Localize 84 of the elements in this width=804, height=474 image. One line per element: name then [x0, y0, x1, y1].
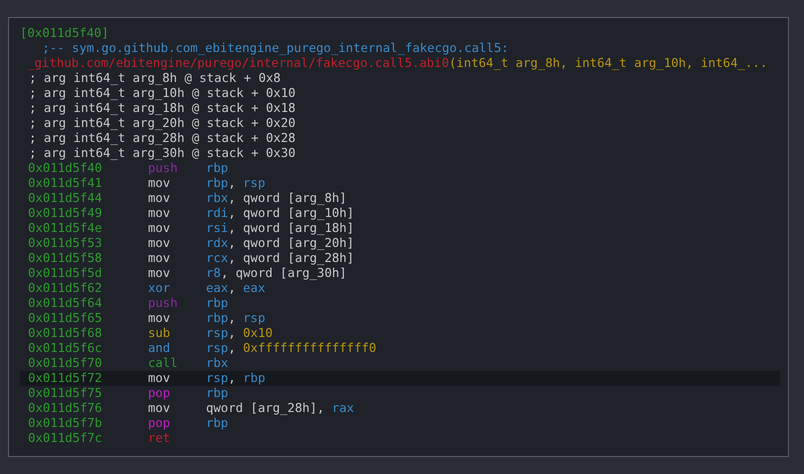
instruction-mnemonic: pop	[148, 416, 172, 431]
instruction-mnemonic: pop	[148, 386, 172, 401]
instruction-row[interactable]: 0x011d5f72 mov rsp, rbp	[20, 371, 780, 386]
instruction-address: 0x011d5f4e	[28, 221, 104, 236]
instruction-mnemonic: push	[148, 296, 179, 311]
instruction-row[interactable]: 0x011d5f58 mov rcx, qword [arg_28h]	[20, 251, 780, 266]
instruction-mnemonic: mov	[148, 176, 172, 191]
instruction-mnemonic: mov	[148, 206, 172, 221]
instruction-row[interactable]: 0x011d5f68 sub rsp, 0x10	[20, 326, 780, 341]
instruction-mnemonic: mov	[148, 191, 172, 206]
instruction-address: 0x011d5f41	[28, 176, 104, 191]
instruction-mnemonic: mov	[148, 251, 172, 266]
instruction-operands: rbp	[206, 416, 228, 431]
instruction-operands: rdx, qword [arg_20h]	[206, 236, 354, 251]
instruction-address: 0x011d5f64	[28, 296, 104, 311]
instruction-mnemonic: mov	[148, 371, 172, 386]
instruction-row[interactable]: 0x011d5f53 mov rdx, qword [arg_20h]	[20, 236, 780, 251]
instruction-row[interactable]: 0x011d5f76 mov qword [arg_28h], rax	[20, 401, 780, 416]
instruction-row[interactable]: 0x011d5f4e mov rsi, qword [arg_18h]	[20, 221, 780, 236]
instruction-row[interactable]: 0x011d5f44 mov rbx, qword [arg_8h]	[20, 191, 780, 206]
instruction-row[interactable]: 0x011d5f7c ret	[20, 431, 780, 446]
instruction-address: 0x011d5f72	[28, 371, 104, 386]
instruction-operands: rbp	[206, 296, 228, 311]
instruction-address: 0x011d5f7b	[28, 416, 104, 431]
instruction-address: 0x011d5f7c	[28, 431, 104, 446]
instruction-mnemonic: mov	[148, 221, 172, 236]
instruction-mnemonic: mov	[148, 401, 172, 416]
instruction-row[interactable]: 0x011d5f65 mov rbp, rsp	[20, 311, 780, 326]
instruction-mnemonic: and	[148, 341, 172, 356]
instruction-address: 0x011d5f5d	[28, 266, 104, 281]
instruction-row[interactable]: 0x011d5f49 mov rdi, qword [arg_10h]	[20, 206, 780, 221]
instruction-address: 0x011d5f65	[28, 311, 104, 326]
instruction-operands: rdi, qword [arg_10h]	[206, 206, 354, 221]
instruction-mnemonic: push	[148, 161, 179, 176]
arg-comment: ; arg int64_t arg_10h @ stack + 0x10	[28, 86, 296, 101]
instruction-row[interactable]: 0x011d5f75 pop rbp	[20, 386, 780, 401]
instruction-row[interactable]: 0x011d5f70 call rbx	[20, 356, 780, 371]
instruction-operands: rbp	[206, 386, 228, 401]
instruction-operands: rbp, rsp	[206, 311, 266, 326]
instruction-mnemonic: mov	[148, 311, 172, 326]
instruction-address: 0x011d5f6c	[28, 341, 104, 356]
instruction-operands: rsp, 0x10	[206, 326, 273, 341]
instruction-mnemonic: xor	[148, 281, 172, 296]
instruction-row[interactable]: 0x011d5f5d mov r8, qword [arg_30h]	[20, 266, 780, 281]
instruction-address: 0x011d5f62	[28, 281, 104, 296]
instruction-address: 0x011d5f75	[28, 386, 104, 401]
instruction-mnemonic: mov	[148, 266, 172, 281]
arg-comment: ; arg int64_t arg_28h @ stack + 0x28	[28, 131, 296, 146]
address-label: [0x011d5f40]	[20, 26, 109, 41]
instruction-operands: rbx	[206, 356, 228, 371]
instruction-mnemonic: ret	[148, 431, 172, 446]
instruction-row[interactable]: 0x011d5f40 push rbp	[20, 161, 780, 176]
arg-comment: ; arg int64_t arg_20h @ stack + 0x20	[28, 116, 296, 131]
instruction-mnemonic: call	[148, 356, 179, 371]
instruction-operands: rbp, rsp	[206, 176, 266, 191]
instruction-mnemonic: mov	[148, 236, 172, 251]
instruction-row[interactable]: 0x011d5f64 push rbp	[20, 296, 780, 311]
instruction-address: 0x011d5f53	[28, 236, 104, 251]
arg-comment: ; arg int64_t arg_8h @ stack + 0x8	[28, 71, 281, 86]
instruction-row[interactable]: 0x011d5f6c and rsp, 0xfffffffffffffff0	[20, 341, 780, 356]
arg-comment: ; arg int64_t arg_18h @ stack + 0x18	[28, 101, 296, 116]
instruction-address: 0x011d5f40	[28, 161, 104, 176]
instruction-operands: eax, eax	[206, 281, 266, 296]
instruction-operands: rbx, qword [arg_8h]	[206, 191, 347, 206]
instruction-row[interactable]: 0x011d5f41 mov rbp, rsp	[20, 176, 780, 191]
instruction-address: 0x011d5f76	[28, 401, 104, 416]
instruction-address: 0x011d5f44	[28, 191, 104, 206]
instruction-operands: r8, qword [arg_30h]	[206, 266, 347, 281]
function-signature-line: _github.com/ebitengine/purego/internal/fakecgo.call5.abi0(int64_t arg_8h, int64_t arg_10h, int64_...	[26, 56, 768, 71]
symbol-flag-line: ;-- sym.go.github.com_ebitengine_purego_internal_fakecgo.call5:	[41, 41, 510, 56]
instruction-operands: rsi, qword [arg_18h]	[206, 221, 354, 236]
instruction-operands: rcx, qword [arg_28h]	[206, 251, 354, 266]
instruction-operands: rbp	[206, 161, 228, 176]
instruction-address: 0x011d5f58	[28, 251, 104, 266]
arg-comment: ; arg int64_t arg_30h @ stack + 0x30	[28, 146, 296, 161]
instruction-address: 0x011d5f68	[28, 326, 104, 341]
instruction-address: 0x011d5f49	[28, 206, 104, 221]
instruction-row[interactable]: 0x011d5f62 xor eax, eax	[20, 281, 780, 296]
instruction-operands: qword [arg_28h], rax	[206, 401, 354, 416]
instruction-operands: rsp, 0xfffffffffffffff0	[206, 341, 376, 356]
instruction-mnemonic: sub	[148, 326, 172, 341]
instruction-address: 0x011d5f70	[28, 356, 104, 371]
instruction-operands: rsp, rbp	[206, 371, 266, 386]
instruction-row[interactable]: 0x011d5f7b pop rbp	[20, 416, 780, 431]
